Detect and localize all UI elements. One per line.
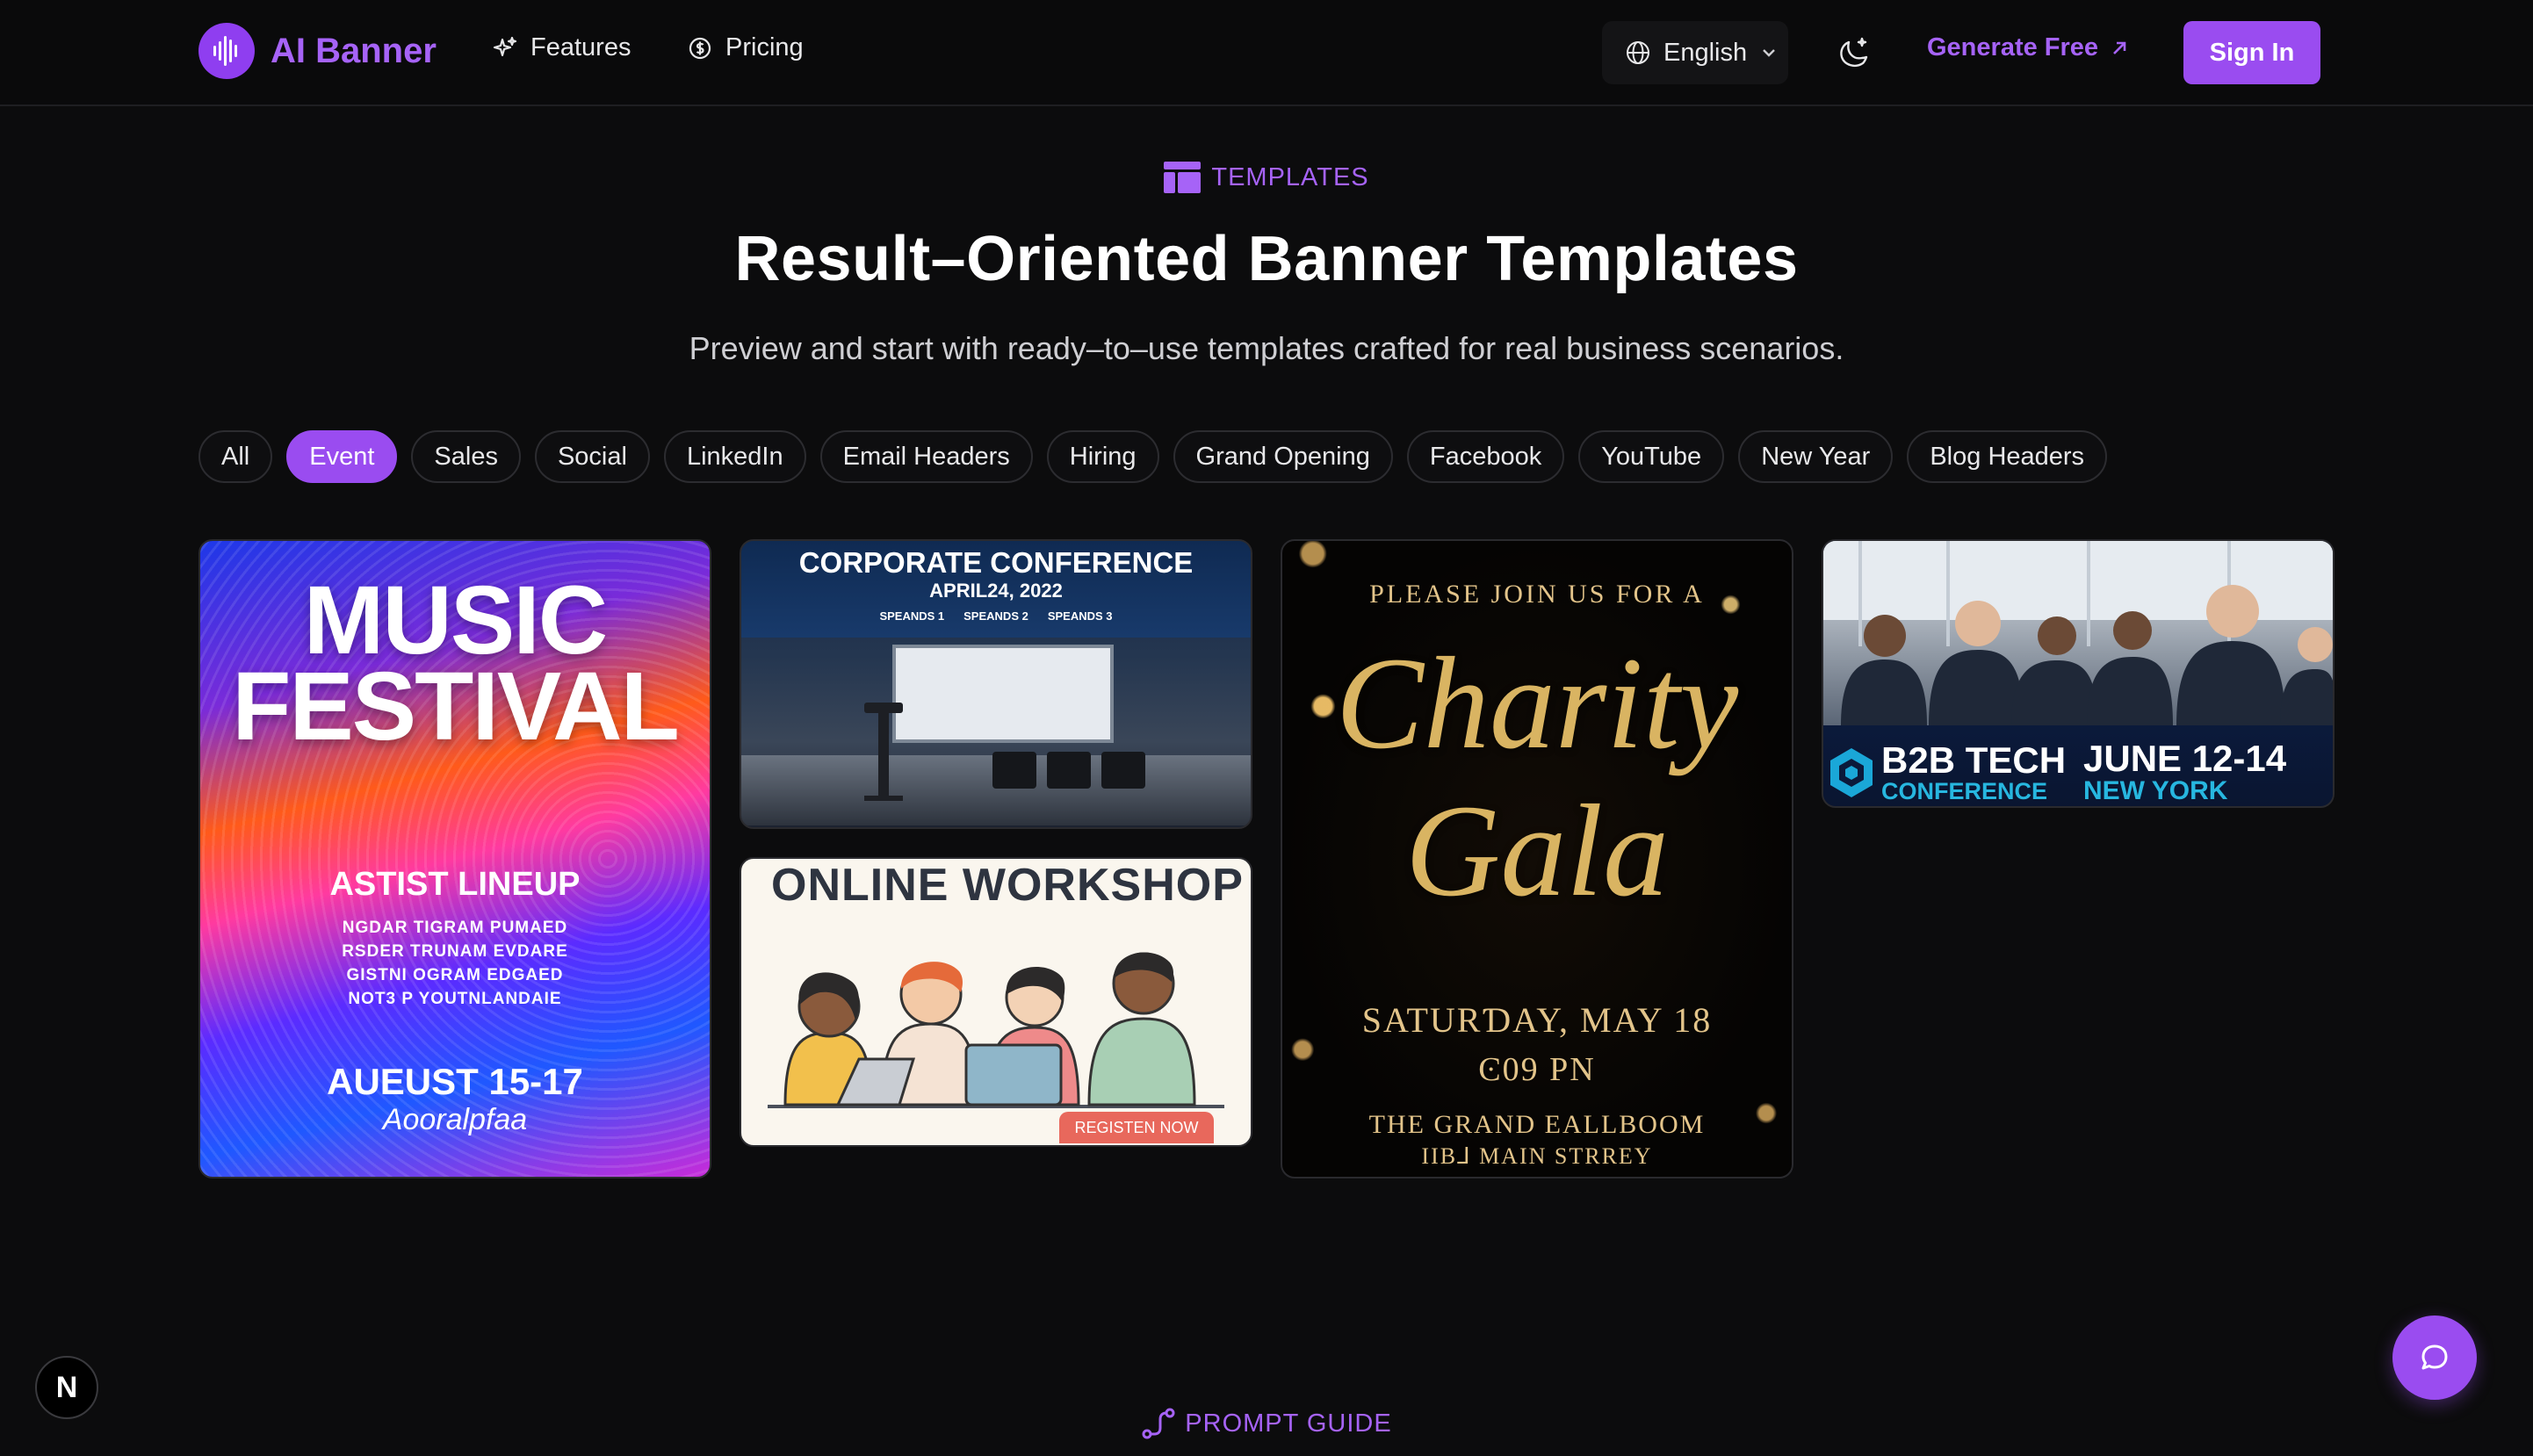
nav-features-label: Features — [530, 33, 631, 61]
filter-hiring[interactable]: Hiring — [1046, 430, 1159, 483]
theme-toggle-moon-icon[interactable] — [1836, 33, 1874, 72]
sparkles-icon — [493, 36, 517, 56]
music-dates: AUEUST 15-17 — [327, 1061, 583, 1102]
b2b-crowd-photo — [1823, 541, 2333, 725]
template-card-corporate-conference[interactable]: CORPORATE CONFERENCE APRIL24, 2022 SPEAN… — [740, 539, 1252, 829]
music-lineup-row: RSDER TRUNAM EVDARE — [342, 942, 568, 961]
sign-in-button[interactable]: Sign In — [2183, 21, 2320, 84]
template-card-b2b-tech-conference[interactable]: B2B TECH CONFERENCE JUNE 12-14 NEW YORK — [1822, 539, 2335, 808]
logo-waveform-icon — [198, 23, 255, 79]
layout-template-icon — [1164, 162, 1202, 193]
workshop-people-illustration — [768, 952, 1224, 1108]
filter-grand-opening[interactable]: Grand Opening — [1173, 430, 1393, 483]
logo-text: AI Banner — [271, 31, 437, 70]
chevron-down-icon — [1763, 49, 1775, 57]
filter-email-headers[interactable]: Email Headers — [819, 430, 1033, 483]
dollar-circle-icon — [689, 37, 711, 59]
filter-facebook[interactable]: Facebook — [1406, 430, 1565, 483]
corp-speaker: SPEANDS 1 — [879, 609, 945, 623]
b2b-cube-logo-icon — [1830, 748, 1873, 797]
filter-linkedin[interactable]: LinkedIn — [663, 430, 806, 483]
corp-speaker: SPEANDS 2 — [963, 609, 1028, 623]
workshop-register-button: REGISTEN NOW — [1059, 1112, 1214, 1143]
b2b-subtitle: CONFERENCE — [1881, 778, 2048, 804]
templates-tag-label: TEMPLATES — [1211, 162, 1369, 191]
filter-event[interactable]: Event — [286, 430, 398, 483]
route-icon — [1142, 1408, 1175, 1439]
gala-script-line2: Gala — [1405, 778, 1669, 924]
corp-title: CORPORATE CONFERENCE — [798, 546, 1194, 579]
b2b-title: B2B TECH — [1881, 739, 2067, 781]
corp-podium-chairs-illustration — [864, 703, 1145, 801]
corp-date: APRIL24, 2022 — [929, 580, 1063, 602]
filter-blog-headers[interactable]: Blog Headers — [1907, 430, 2108, 483]
page-subtitle: Preview and start with ready–to–use temp… — [689, 330, 1844, 366]
generate-free-link[interactable]: Generate Free — [1927, 33, 2130, 62]
b2b-city: NEW YORK — [2083, 776, 2228, 805]
music-title-line2: FESTIVAL — [232, 652, 680, 760]
music-lineup-row: NGDAR TIGRAM PUMAED — [342, 919, 568, 937]
workshop-title: ONLINE WORKSHOP — [771, 860, 1244, 911]
prompt-guide-label: PROMPT GUIDE — [1185, 1409, 1392, 1438]
gala-street: IIB⅃ MAIN STRREY — [1421, 1143, 1653, 1169]
filter-all[interactable]: All — [198, 430, 273, 483]
globe-icon — [1627, 41, 1649, 64]
chat-bubble-icon — [2421, 1344, 2448, 1370]
filter-youtube[interactable]: YouTube — [1578, 430, 1725, 483]
nav-pricing[interactable]: Pricing — [687, 33, 804, 62]
category-filter-bar: All Event Sales Social LinkedIn Email He… — [198, 430, 2108, 483]
language-label: English — [1663, 38, 1748, 67]
template-card-charity-gala[interactable]: PLEASE JOIN US FOR A Charity Gala SATURƊ… — [1281, 539, 1793, 1178]
nextjs-devtools-badge[interactable]: N — [35, 1356, 98, 1419]
music-lineup-row: NOT3 P YOUTNLANDAIE — [348, 990, 562, 1008]
gala-time: Ͼ09 PN — [1478, 1051, 1596, 1088]
gala-script-line1: Charity — [1335, 631, 1739, 776]
music-lineup-heading: ASTIST LINEUP — [329, 866, 581, 903]
logo[interactable]: AI Banner — [198, 23, 437, 79]
chat-support-button[interactable] — [2392, 1315, 2477, 1400]
gala-venue: THE GRAND EALLBOOM — [1368, 1110, 1706, 1139]
filter-sales[interactable]: Sales — [411, 430, 521, 483]
nav-pricing-label: Pricing — [725, 33, 804, 61]
generate-free-label: Generate Free — [1927, 33, 2099, 61]
nav-features[interactable]: Features — [492, 33, 631, 62]
template-card-music-festival[interactable]: MUSIC FESTIVAL ASTIST LINEUP NGDAR TIGRA… — [198, 539, 711, 1178]
filter-new-year[interactable]: New Year — [1738, 430, 1894, 483]
template-card-online-workshop[interactable]: ONLINE WORKSHOP REGISTEN NOW — [740, 857, 1252, 1147]
corp-speaker: SPEANDS 3 — [1047, 609, 1113, 623]
gala-date: SATURƊAY, MAY 18 — [1361, 1000, 1713, 1040]
corp-speakers: SPEANDS 1 SPEANDS 2 SPEANDS 3 — [741, 609, 1251, 623]
b2b-dates: JUNE 12-14 — [2083, 738, 2287, 779]
prompt-guide-section-tag: PROMPT GUIDE — [0, 1407, 2533, 1440]
filter-social[interactable]: Social — [534, 430, 650, 483]
templates-section-tag: TEMPLATES — [0, 162, 2533, 193]
top-nav-bar: AI Banner Features Pricing English Gener… — [0, 0, 2533, 106]
gala-invite-line: PLEASE JOIN US FOR A — [1369, 580, 1705, 609]
music-venue: Aooralpfaa — [382, 1103, 528, 1136]
arrow-up-right-icon — [2113, 41, 2126, 54]
page-title: Result–Oriented Banner Templates — [734, 224, 1799, 294]
language-selector[interactable]: English — [1602, 21, 1788, 84]
music-lineup-row: GISTNI OGRAM EDGAED — [346, 966, 564, 984]
